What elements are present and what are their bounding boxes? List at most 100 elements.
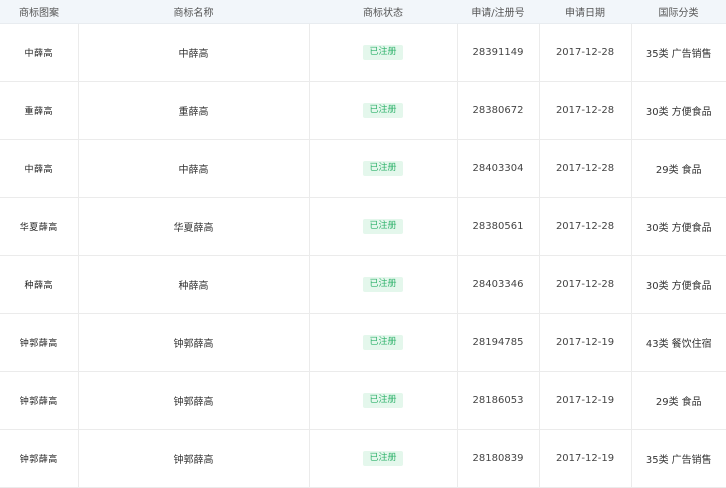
- trademark-name[interactable]: 钟郭薛高: [174, 455, 214, 466]
- trademark-status-cell: 已注册: [308, 81, 457, 140]
- table-row[interactable]: 钟郭薛高 钟郭薛高 已注册 28194785 2017-12-19 43类 餐饮住…: [0, 313, 726, 372]
- table-row[interactable]: 中薛高 中薛高 已注册 28391149 2017-12-28 35类 广告销售: [0, 23, 726, 82]
- trademark-logo: 重薛高: [24, 107, 53, 117]
- trademark-logo: 钟郭薛高: [19, 339, 58, 349]
- class-description: 方便食品: [671, 107, 712, 118]
- application-number: 28380561: [472, 221, 524, 232]
- trademark-status-cell: 已注册: [308, 313, 457, 372]
- trademark-name[interactable]: 重薛高: [179, 107, 209, 118]
- application-date: 2017-12-19: [555, 395, 615, 406]
- trademark-name[interactable]: 中薛高: [179, 165, 209, 176]
- application-number: 28403346: [472, 279, 524, 290]
- trademark-app-no-cell: 28403346: [456, 255, 539, 314]
- trademark-name[interactable]: 中薛高: [179, 49, 209, 60]
- trademark-class-cell: 30类 方便食品: [630, 255, 726, 314]
- status-badge: 已注册: [363, 219, 403, 234]
- trademark-status-cell: 已注册: [308, 255, 457, 314]
- trademark-app-no-cell: 28380672: [456, 81, 539, 140]
- header-date: 申请日期: [539, 0, 631, 24]
- international-class: 29类 食品: [656, 397, 702, 408]
- class-description: 广告销售: [671, 455, 712, 466]
- trademark-logo: 钟郭薛高: [19, 455, 58, 465]
- class-number: 30类: [645, 223, 669, 234]
- header-name: 商标名称: [78, 0, 309, 24]
- application-date: 2017-12-19: [555, 453, 615, 464]
- trademark-date-cell: 2017-12-28: [538, 197, 631, 256]
- trademark-date-cell: 2017-12-28: [538, 23, 631, 82]
- trademark-app-no-cell: 28391149: [456, 23, 539, 82]
- header-row: 商标图案 商标名称 商标状态 申请/注册号 申请日期 国际分类: [0, 0, 726, 24]
- trademark-name-cell[interactable]: 钟郭薛高: [77, 371, 309, 430]
- status-badge: 已注册: [363, 103, 403, 118]
- table-row[interactable]: 中薛高 中薛高 已注册 28403304 2017-12-28 29类 食品: [0, 139, 726, 198]
- trademark-logo: 钟郭薛高: [19, 397, 58, 407]
- trademark-image-cell: 钟郭薛高: [0, 371, 78, 430]
- trademark-class-cell: 29类 食品: [630, 139, 726, 198]
- trademark-image-cell: 中薛高: [0, 139, 78, 198]
- trademark-name[interactable]: 钟郭薛高: [174, 397, 214, 408]
- application-date: 2017-12-28: [555, 163, 615, 174]
- trademark-app-no-cell: 28403304: [456, 139, 539, 198]
- trademark-status-cell: 已注册: [308, 371, 457, 430]
- international-class: 29类 食品: [656, 165, 702, 176]
- header-status: 商标状态: [309, 0, 457, 24]
- trademark-logo: 中薛高: [24, 49, 53, 59]
- trademark-status-cell: 已注册: [308, 23, 457, 82]
- trademark-name[interactable]: 种薛高: [179, 281, 209, 292]
- trademark-class-cell: 30类 方便食品: [630, 197, 726, 256]
- class-description: 食品: [681, 397, 702, 408]
- trademark-app-no-cell: 28186053: [456, 371, 539, 430]
- trademark-image-cell: 钟郭薛高: [0, 313, 78, 372]
- class-number: 30类: [645, 107, 669, 118]
- international-class: 35类 广告销售: [646, 455, 712, 466]
- class-number: 35类: [645, 455, 669, 466]
- trademark-name-cell[interactable]: 钟郭薛高: [77, 313, 309, 372]
- trademark-date-cell: 2017-12-28: [538, 139, 631, 198]
- trademark-class-cell: 29类 食品: [630, 371, 726, 430]
- status-badge: 已注册: [363, 393, 403, 408]
- class-description: 餐饮住宿: [671, 339, 712, 350]
- header-image: 商标图案: [0, 0, 78, 24]
- class-description: 广告销售: [671, 49, 712, 60]
- table-row[interactable]: 种薛高 种薛高 已注册 28403346 2017-12-28 30类 方便食品: [0, 255, 726, 314]
- application-number: 28403304: [472, 163, 524, 174]
- trademark-image-cell: 重薛高: [0, 81, 78, 140]
- class-number: 43类: [645, 339, 669, 350]
- trademark-class-cell: 35类 广告销售: [630, 429, 726, 488]
- trademark-date-cell: 2017-12-19: [538, 429, 631, 488]
- class-number: 29类: [655, 165, 679, 176]
- class-number: 35类: [645, 49, 669, 60]
- application-number: 28180839: [472, 453, 524, 464]
- application-number: 28391149: [472, 47, 524, 58]
- table-row[interactable]: 重薛高 重薛高 已注册 28380672 2017-12-28 30类 方便食品: [0, 81, 726, 140]
- table-row[interactable]: 华夏薛高 华夏薛高 已注册 28380561 2017-12-28 30类 方便食…: [0, 197, 726, 256]
- header-app-no: 申请/注册号: [457, 0, 539, 24]
- trademark-name-cell[interactable]: 中薛高: [77, 23, 309, 82]
- international-class: 30类 方便食品: [646, 223, 712, 234]
- international-class: 30类 方便食品: [646, 107, 712, 118]
- trademark-name[interactable]: 华夏薛高: [174, 223, 214, 234]
- trademark-logo: 中薛高: [24, 165, 53, 175]
- status-badge: 已注册: [363, 161, 403, 176]
- international-class: 30类 方便食品: [646, 281, 712, 292]
- table-body: 中薛高 中薛高 已注册 28391149 2017-12-28 35类 广告销售 …: [0, 23, 726, 488]
- application-number: 28380672: [472, 105, 524, 116]
- application-date: 2017-12-19: [555, 337, 615, 348]
- class-description: 食品: [681, 165, 702, 176]
- class-number: 30类: [645, 281, 669, 292]
- table-row[interactable]: 钟郭薛高 钟郭薛高 已注册 28180839 2017-12-19 35类 广告销…: [0, 429, 726, 488]
- table-row[interactable]: 钟郭薛高 钟郭薛高 已注册 28186053 2017-12-19 29类 食品: [0, 371, 726, 430]
- trademark-class-cell: 30类 方便食品: [630, 81, 726, 140]
- trademark-name-cell[interactable]: 钟郭薛高: [77, 429, 309, 488]
- trademark-name[interactable]: 钟郭薛高: [174, 339, 214, 350]
- trademark-date-cell: 2017-12-28: [538, 255, 631, 314]
- trademark-name-cell[interactable]: 华夏薛高: [77, 197, 309, 256]
- trademark-status-cell: 已注册: [308, 139, 457, 198]
- application-number: 28186053: [472, 395, 524, 406]
- international-class: 43类 餐饮住宿: [646, 339, 712, 350]
- trademark-image-cell: 中薛高: [0, 23, 78, 82]
- header-class: 国际分类: [631, 0, 726, 24]
- trademark-name-cell[interactable]: 重薛高: [77, 81, 309, 140]
- trademark-name-cell[interactable]: 种薛高: [77, 255, 309, 314]
- trademark-name-cell[interactable]: 中薛高: [77, 139, 309, 198]
